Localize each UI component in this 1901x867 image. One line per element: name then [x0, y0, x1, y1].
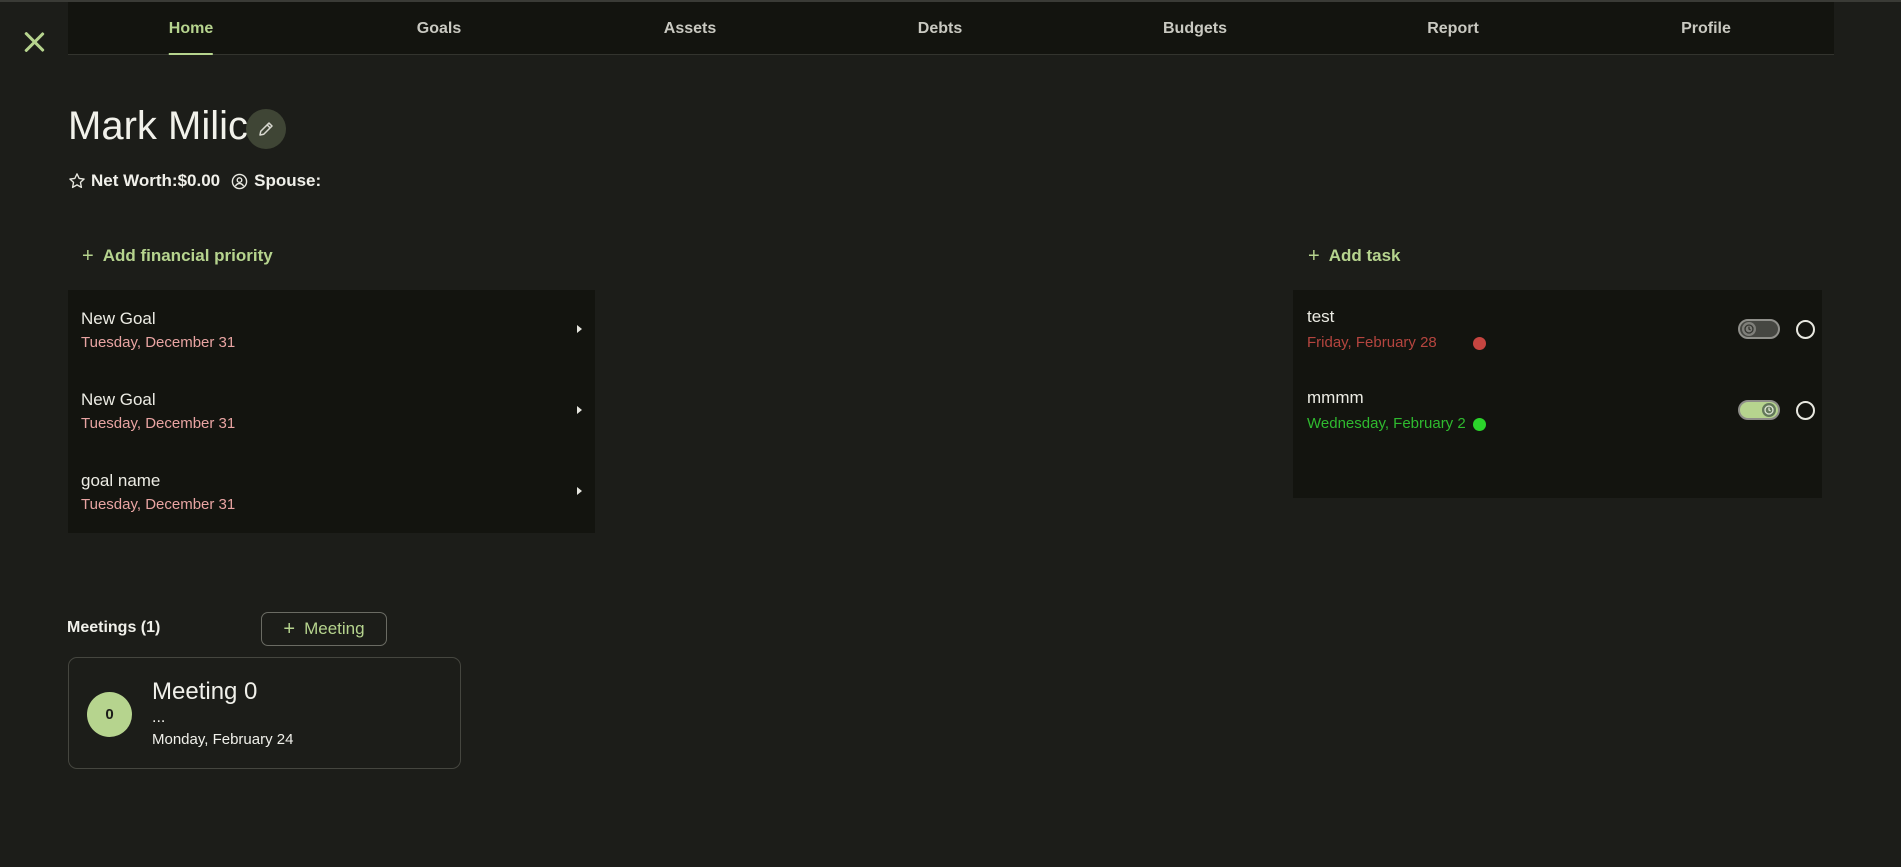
tab-goals[interactable]: Goals	[417, 2, 461, 55]
meeting-card[interactable]: 0 Meeting 0 ... Monday, February 24	[68, 657, 461, 769]
goal-date: Tuesday, December 31	[81, 334, 236, 351]
client-name: Mark Milic	[68, 104, 248, 148]
tab-profile[interactable]: Profile	[1681, 2, 1731, 55]
chevron-right-icon	[577, 325, 582, 333]
edit-name-button[interactable]	[246, 109, 286, 149]
add-meeting-button[interactable]: + Meeting	[261, 612, 387, 646]
meeting-name: Meeting 0	[152, 678, 258, 705]
goal-date: Tuesday, December 31	[81, 496, 236, 513]
task-status-dot	[1473, 337, 1486, 350]
tab-budgets[interactable]: Budgets	[1163, 2, 1227, 55]
top-navigation: Home Goals Assets Debts Budgets Report P…	[68, 2, 1834, 55]
financial-priorities-list: New Goal Tuesday, December 31 New Goal T…	[68, 290, 595, 533]
chevron-right-icon	[577, 487, 582, 495]
chevron-right-icon	[577, 406, 582, 414]
task-complete-checkbox[interactable]	[1796, 320, 1815, 339]
clock-icon	[1762, 403, 1776, 417]
meeting-date: Monday, February 24	[152, 731, 294, 748]
net-worth-value: $0.00	[177, 171, 221, 190]
tab-debts[interactable]: Debts	[918, 2, 962, 55]
task-name: mmmm	[1307, 388, 1364, 407]
list-item[interactable]: New Goal Tuesday, December 31	[68, 290, 595, 371]
spouse-label: Spouse:	[254, 171, 322, 190]
add-task-button[interactable]: + Add task	[1308, 246, 1400, 266]
task-date: Wednesday, February 26	[1307, 415, 1465, 432]
list-item[interactable]: New Goal Tuesday, December 31	[68, 371, 595, 452]
net-worth-label: Net Worth:	[91, 171, 178, 190]
task-status-dot	[1473, 418, 1486, 431]
user-circle-icon	[231, 173, 248, 189]
plus-icon: +	[283, 618, 296, 640]
task-reminder-toggle[interactable]	[1738, 400, 1780, 420]
meeting-avatar: 0	[87, 692, 132, 737]
tab-report[interactable]: Report	[1427, 2, 1479, 55]
clock-icon	[1742, 322, 1756, 336]
add-meeting-label: Meeting	[304, 619, 365, 638]
goal-date: Tuesday, December 31	[81, 415, 236, 432]
pencil-icon	[259, 122, 273, 136]
add-financial-priority-button[interactable]: + Add financial priority	[82, 246, 273, 266]
add-task-label: Add task	[1328, 246, 1401, 265]
task-date: Friday, February 28	[1307, 334, 1437, 351]
add-financial-priority-label: Add financial priority	[102, 246, 273, 265]
plus-icon: +	[1308, 245, 1320, 267]
tab-assets[interactable]: Assets	[664, 2, 716, 55]
task-reminder-toggle[interactable]	[1738, 319, 1780, 339]
meetings-title: Meetings (1)	[67, 619, 161, 636]
goal-name: goal name	[81, 471, 161, 490]
plus-icon: +	[82, 245, 94, 267]
task-complete-checkbox[interactable]	[1796, 401, 1815, 420]
tab-home[interactable]: Home	[168, 2, 214, 55]
close-icon[interactable]	[20, 28, 48, 56]
task-item: mmmm Wednesday, February 26	[1293, 371, 1822, 452]
goal-name: New Goal	[81, 309, 156, 328]
meeting-description: ...	[152, 709, 166, 726]
star-icon	[69, 173, 85, 189]
goal-name: New Goal	[81, 390, 156, 409]
task-list: test Friday, February 28 mmmm Wednesday,…	[1293, 290, 1822, 498]
client-meta: Net Worth: $0.00 Spouse:	[68, 170, 325, 192]
task-name: test	[1307, 307, 1335, 326]
list-item[interactable]: goal name Tuesday, December 31	[68, 452, 595, 533]
task-item: test Friday, February 28	[1293, 290, 1822, 371]
